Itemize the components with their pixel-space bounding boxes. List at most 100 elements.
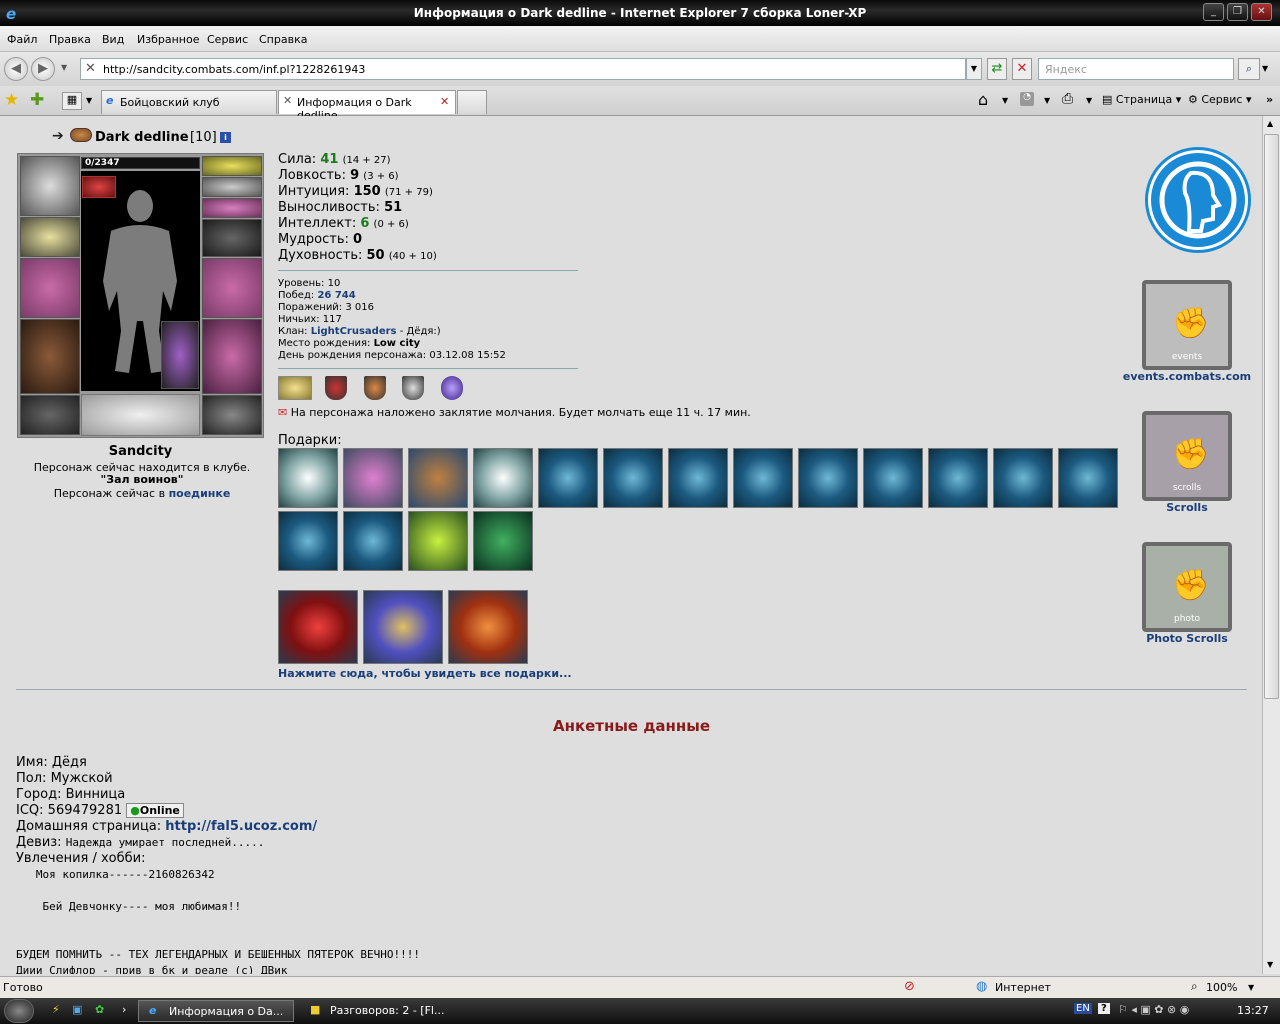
helmet-slot[interactable] xyxy=(20,156,80,216)
necklace-slot[interactable] xyxy=(202,177,262,197)
tab-character-info[interactable]: ✕ Информация о Dark dedline ✕ xyxy=(278,90,456,122)
scrolls-link[interactable]: Scrolls xyxy=(1112,501,1262,514)
task-chat[interactable]: ■ Разговоров: 2 - [Fl... xyxy=(300,1000,456,1022)
battle-link[interactable]: поединке xyxy=(169,487,231,500)
close-tab-icon[interactable]: ✕ xyxy=(440,95,449,108)
gloves-slot[interactable] xyxy=(202,219,262,257)
gift-mushroom-icon[interactable] xyxy=(993,448,1053,508)
stop-button[interactable]: ✕ xyxy=(1012,58,1032,80)
feeds-dropdown-icon[interactable]: ▼ xyxy=(1044,96,1050,105)
gift-orange-box-icon[interactable] xyxy=(448,590,528,664)
icq-status-badge[interactable]: ●Online xyxy=(126,803,184,818)
photo-banner[interactable]: ✊ photo xyxy=(1142,542,1232,632)
search-icon[interactable]: ⌕ xyxy=(1238,58,1260,80)
gift-mushroom-icon[interactable] xyxy=(863,448,923,508)
address-input[interactable]: ✕ http://sandcity.combats.com/inf.pl?122… xyxy=(80,58,966,80)
zoom-icon[interactable]: ⌕ xyxy=(1191,979,1198,994)
weapon-left-slot[interactable] xyxy=(20,258,80,318)
gift-mushroom-icon[interactable] xyxy=(798,448,858,508)
clan-link[interactable]: LightCrusaders xyxy=(311,326,397,337)
gift-snowflake-icon[interactable] xyxy=(278,448,338,508)
language-indicator[interactable]: EN xyxy=(1074,1003,1092,1014)
address-dropdown-icon[interactable]: ▼ xyxy=(966,58,982,80)
vertical-scrollbar[interactable]: ▲ ▼ xyxy=(1262,116,1280,974)
quick-tabs-icon[interactable]: ▦ xyxy=(62,92,82,110)
scroll-up-icon[interactable]: ▲ xyxy=(1267,119,1273,128)
gift-mushroom-icon[interactable] xyxy=(603,448,663,508)
refresh-button[interactable]: ⇄ xyxy=(987,58,1007,80)
homepage-link[interactable]: http://fal5.ucoz.com/ xyxy=(165,819,317,834)
new-tab-button[interactable] xyxy=(457,90,487,114)
search-options-icon[interactable]: ▼ xyxy=(1262,64,1268,73)
print-icon[interactable]: ⎙ xyxy=(1062,91,1073,107)
badge-shield-red-icon[interactable] xyxy=(325,376,347,400)
all-gifts-link[interactable]: Нажмите сюда, чтобы увидеть все подарки.… xyxy=(278,667,572,680)
arrow-icon[interactable]: ➔ xyxy=(52,128,64,144)
home-dropdown-icon[interactable]: ▼ xyxy=(1002,96,1008,105)
home-icon[interactable]: ⌂ xyxy=(978,90,988,109)
tray-icons[interactable]: ⚐ ◂ ▣ ✿ ⊗ ◉ xyxy=(1118,1003,1189,1016)
boots-slot[interactable] xyxy=(202,395,262,435)
zoom-level[interactable]: 100% xyxy=(1206,981,1237,994)
gift-blue-box-icon[interactable] xyxy=(363,590,443,664)
menu-tools[interactable]: Сервис xyxy=(207,33,248,46)
menu-help[interactable]: Справка xyxy=(259,33,307,46)
tab-combats-club[interactable]: e Бойцовский клуб xyxy=(101,90,277,114)
pet-icon[interactable] xyxy=(161,321,199,389)
minimize-button[interactable]: _ xyxy=(1203,3,1224,21)
back-button[interactable]: ◀ xyxy=(4,57,28,81)
gift-bow-icon[interactable] xyxy=(343,448,403,508)
favorites-star-icon[interactable]: ★ xyxy=(4,90,19,110)
belt-slot[interactable] xyxy=(20,395,80,435)
zoom-dropdown-icon[interactable]: ▼ xyxy=(1248,983,1254,992)
weapon-right-slot[interactable] xyxy=(202,258,262,318)
info-icon[interactable]: i xyxy=(220,132,231,143)
task-browser[interactable]: e Информация о Da... xyxy=(138,1000,294,1022)
gift-mushroom-icon[interactable] xyxy=(928,448,988,508)
gift-mushroom-icon[interactable] xyxy=(278,511,338,571)
gift-mushroom-icon[interactable] xyxy=(668,448,728,508)
quicklaunch-1-icon[interactable]: ⚡ xyxy=(52,1003,60,1016)
legs-slot[interactable] xyxy=(202,319,262,394)
badge-orb-icon[interactable] xyxy=(441,376,463,400)
scroll-down-icon[interactable]: ▼ xyxy=(1267,960,1273,969)
forward-button[interactable]: ▶ xyxy=(31,57,55,81)
gift-snowflake-icon[interactable] xyxy=(473,448,533,508)
page-menu[interactable]: ▤ Страница ▾ xyxy=(1102,93,1181,106)
tools-menu[interactable]: ⚙ Сервис ▾ xyxy=(1188,93,1252,106)
menu-edit[interactable]: Правка xyxy=(49,33,91,46)
gift-green-gem-icon[interactable] xyxy=(408,511,468,571)
maximize-button[interactable]: ❐ xyxy=(1227,3,1248,21)
search-input[interactable]: Яндекс xyxy=(1038,58,1234,80)
menu-view[interactable]: Вид xyxy=(102,33,124,46)
scroll-thumb[interactable] xyxy=(1264,134,1279,699)
gift-green-flag-icon[interactable] xyxy=(473,511,533,571)
tab-list-dropdown-icon[interactable]: ▼ xyxy=(86,96,92,105)
close-button[interactable]: ✕ xyxy=(1251,3,1272,21)
badge-shield-white-icon[interactable] xyxy=(402,376,424,400)
armor-slot[interactable] xyxy=(20,319,80,394)
events-banner[interactable]: ✊ events xyxy=(1142,280,1232,370)
badge-shield-orange-icon[interactable] xyxy=(364,376,386,400)
buff-icon[interactable] xyxy=(82,176,116,198)
events-link[interactable]: events.combats.com xyxy=(1112,370,1262,383)
gift-mushroom-icon[interactable] xyxy=(538,448,598,508)
add-favorite-icon[interactable]: ✚ xyxy=(30,90,44,110)
bracers-slot[interactable] xyxy=(20,217,80,257)
quicklaunch-3-icon[interactable]: ✿ xyxy=(95,1003,104,1016)
quicklaunch-more-icon[interactable]: › xyxy=(122,1003,126,1016)
photo-scrolls-link[interactable]: Photo Scrolls xyxy=(1112,632,1262,645)
combats-logo[interactable] xyxy=(1148,150,1248,250)
feeds-icon[interactable]: ◔ xyxy=(1020,92,1034,106)
help-icon[interactable]: ? xyxy=(1098,1003,1110,1014)
gift-mushroom-icon[interactable] xyxy=(733,448,793,508)
gift-red-box-icon[interactable] xyxy=(278,590,358,664)
print-dropdown-icon[interactable]: ▼ xyxy=(1086,96,1092,105)
badge-1-icon[interactable] xyxy=(278,376,312,400)
menu-favorites[interactable]: Избранное xyxy=(137,33,199,46)
quicklaunch-2-icon[interactable]: ▣ xyxy=(72,1003,82,1016)
gift-mushroom-icon[interactable] xyxy=(1058,448,1118,508)
earring-slot[interactable] xyxy=(202,156,262,176)
start-button[interactable] xyxy=(4,999,34,1023)
history-dropdown-icon[interactable]: ▼ xyxy=(61,63,67,72)
